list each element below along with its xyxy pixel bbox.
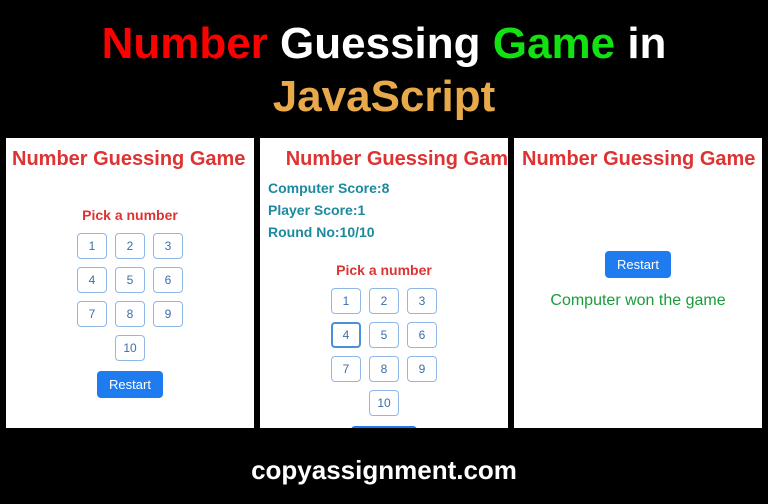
title-word-game: Game: [493, 19, 615, 68]
number-button[interactable]: 7: [331, 356, 361, 382]
computer-score: Computer Score:8: [268, 177, 508, 199]
pick-label: Pick a number: [260, 262, 508, 278]
number-grid: 1 2 3 4 5 6 7 8 9 10: [324, 288, 444, 416]
panels-row: Number Guessing Game Pick a number 1 2 3…: [0, 138, 768, 428]
number-button[interactable]: 5: [115, 267, 145, 293]
number-button[interactable]: 4: [77, 267, 107, 293]
header-title: Number Guessing Game in JavaScript: [20, 18, 748, 124]
number-button[interactable]: 8: [369, 356, 399, 382]
number-button[interactable]: 2: [115, 233, 145, 259]
panel-title: Number Guessing Game: [6, 138, 254, 171]
number-button[interactable]: 1: [77, 233, 107, 259]
panel-title: Number Guessing Gam: [260, 138, 508, 171]
number-button[interactable]: 9: [407, 356, 437, 382]
number-button[interactable]: 2: [369, 288, 399, 314]
number-grid: 1 2 3 4 5 6 7 8 9 10: [70, 233, 190, 361]
screenshot-panel-3: Number Guessing Game Restart Computer wo…: [514, 138, 762, 428]
number-button[interactable]: 9: [153, 301, 183, 327]
pick-label: Pick a number: [6, 207, 254, 223]
number-button[interactable]: 1: [331, 288, 361, 314]
player-score: Player Score:1: [268, 199, 508, 221]
number-button[interactable]: 6: [153, 267, 183, 293]
result-message: Computer won the game: [514, 292, 762, 310]
restart-button[interactable]: Restart: [351, 426, 417, 428]
title-word-guessing: Guessing: [280, 19, 481, 68]
number-button[interactable]: 5: [369, 322, 399, 348]
number-button[interactable]: 4: [331, 322, 361, 348]
number-button[interactable]: 3: [153, 233, 183, 259]
round-number: Round No:10/10: [268, 221, 508, 243]
number-button[interactable]: 8: [115, 301, 145, 327]
number-button[interactable]: 6: [407, 322, 437, 348]
number-button[interactable]: 10: [115, 335, 145, 361]
panel-title: Number Guessing Game: [514, 138, 762, 171]
number-button[interactable]: 10: [369, 390, 399, 416]
title-word-in: in: [627, 19, 666, 68]
screenshot-panel-1: Number Guessing Game Pick a number 1 2 3…: [6, 138, 254, 428]
restart-button[interactable]: Restart: [605, 251, 671, 278]
score-block: Computer Score:8 Player Score:1 Round No…: [260, 171, 508, 244]
number-button[interactable]: 7: [77, 301, 107, 327]
screenshot-panel-2: Number Guessing Gam Computer Score:8 Pla…: [260, 138, 508, 428]
footer-credit: copyassignment.com: [0, 441, 768, 504]
restart-button[interactable]: Restart: [97, 371, 163, 398]
header: Number Guessing Game in JavaScript: [0, 0, 768, 138]
title-word-javascript: JavaScript: [273, 72, 496, 121]
title-word-number: Number: [102, 19, 268, 68]
number-button[interactable]: 3: [407, 288, 437, 314]
